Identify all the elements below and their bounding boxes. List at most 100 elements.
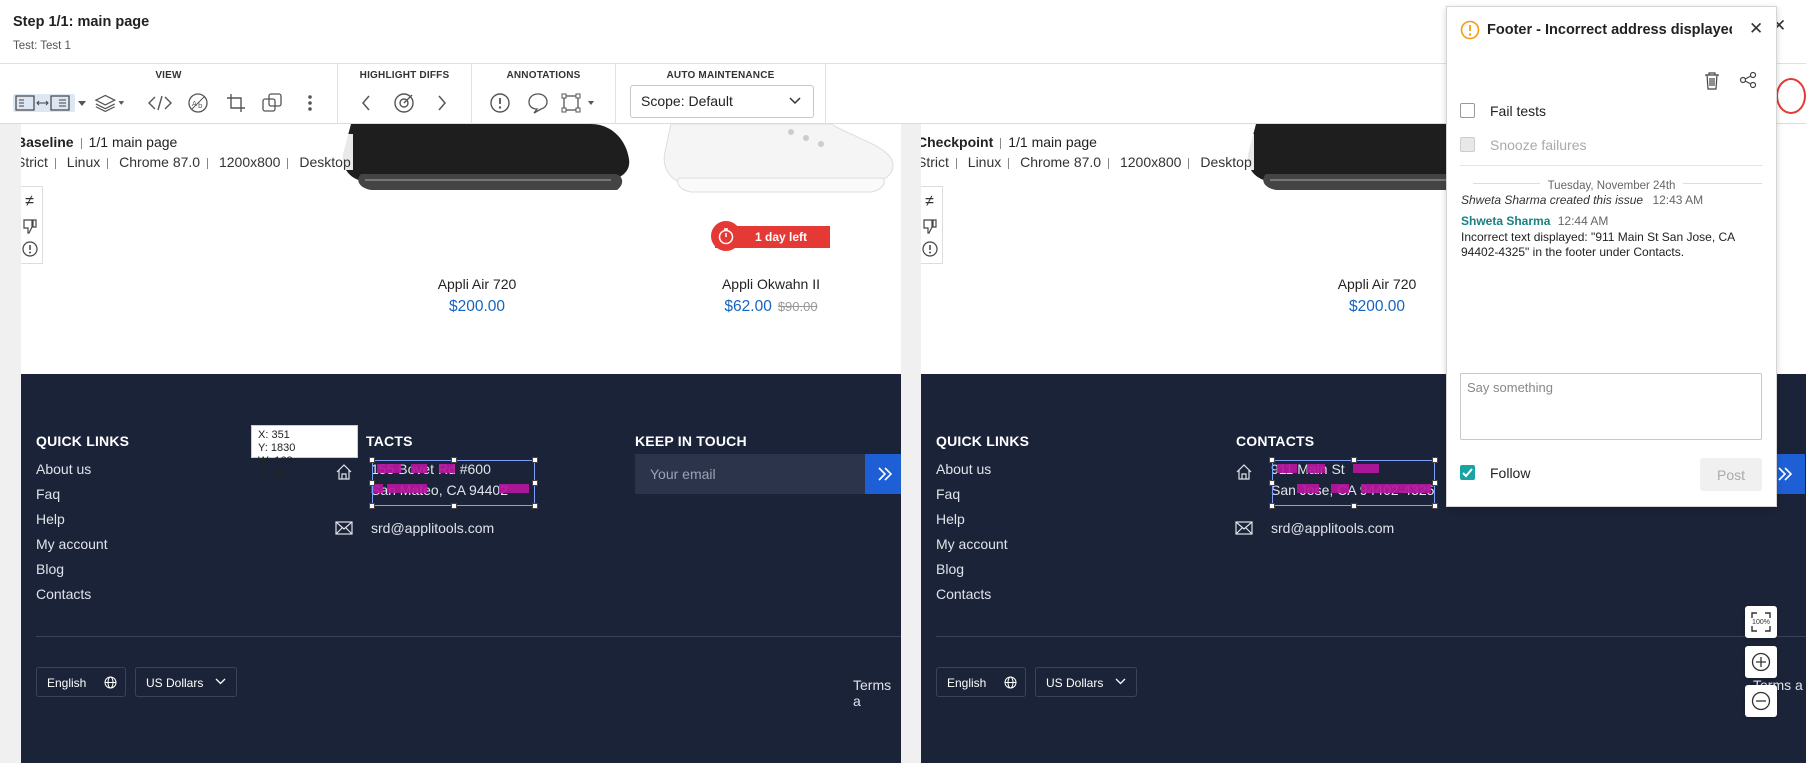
- language-select[interactable]: English: [36, 667, 126, 697]
- region-w: W: 163: [258, 455, 293, 467]
- footer-link[interactable]: My account: [36, 536, 108, 552]
- zoom-in-button[interactable]: [1745, 646, 1777, 678]
- baseline-footer: QUICK LINKS About us Faq Help My account…: [21, 374, 901, 763]
- footer-link[interactable]: Help: [936, 511, 965, 527]
- currency-select[interactable]: US Dollars: [135, 667, 237, 697]
- test-name: Test: Test 1: [13, 40, 71, 52]
- baseline-side-tools: ≠: [21, 186, 43, 264]
- currency-value: US Dollars: [1046, 676, 1104, 690]
- region-tool-icon[interactable]: [560, 88, 600, 118]
- baseline-browser: Chrome 87.0: [119, 154, 201, 170]
- checkpoint-info: Checkpoint 1/1 main page Strict Linux Chr…: [921, 134, 1254, 170]
- snooze-failures-label: Snooze failures: [1490, 137, 1587, 153]
- snooze-failures-checkbox: [1460, 137, 1475, 152]
- activity-text: Shweta Sharma created this issue: [1461, 193, 1644, 207]
- more-options-icon[interactable]: [294, 88, 326, 118]
- side-by-side-view-icon[interactable]: [12, 88, 78, 118]
- issue-title[interactable]: Footer - Incorrect address displayed: [1487, 22, 1732, 38]
- black-shoe-image: [342, 124, 630, 190]
- activity-entry: Shweta Sharma created this issue 12:43 A…: [1461, 193, 1703, 207]
- comment-author: Shweta Sharma: [1461, 214, 1551, 228]
- zoom-fit-button[interactable]: 100%: [1745, 606, 1777, 638]
- footer-divider: [36, 636, 901, 637]
- view-dropdown-caret-icon[interactable]: [74, 88, 90, 118]
- baseline-label: Baseline: [21, 134, 74, 150]
- text-compare-icon[interactable]: Ab: [182, 88, 214, 118]
- follow-checkbox[interactable]: [1460, 465, 1475, 480]
- zoom-in-icon: [1751, 652, 1771, 672]
- footer-link[interactable]: Faq: [936, 486, 960, 502]
- remark-icon[interactable]: [522, 88, 554, 118]
- product-name[interactable]: Appli Air 720: [397, 276, 557, 292]
- region-y: Y: 1830: [258, 442, 296, 454]
- product-name[interactable]: Appli Air 720: [1297, 276, 1457, 292]
- globe-icon: [1004, 676, 1017, 689]
- double-chevron-right-icon: [1778, 467, 1793, 481]
- terms-link[interactable]: Terms a: [853, 677, 901, 709]
- footer-link[interactable]: Help: [36, 511, 65, 527]
- highlight-diffs-group: HIGHLIGHT DIFFS: [338, 64, 472, 124]
- share-icon[interactable]: [1739, 71, 1757, 89]
- svg-text:b: b: [198, 102, 203, 110]
- close-icon[interactable]: ✕: [1749, 19, 1763, 39]
- highlight-diffs-label: HIGHLIGHT DIFFS: [359, 70, 450, 81]
- quick-links-title: QUICK LINKS: [936, 433, 1030, 449]
- comment-input[interactable]: Say something: [1460, 373, 1762, 440]
- footer-link[interactable]: About us: [936, 461, 991, 477]
- annotation-region[interactable]: [369, 457, 538, 509]
- panel-divider: [1460, 165, 1763, 166]
- fail-tests-label: Fail tests: [1490, 103, 1547, 119]
- region-coordinates-tooltip: X: 351Y: 1830 W: 163H: 46: [251, 425, 358, 480]
- newsletter-email-input[interactable]: Your email: [635, 454, 865, 494]
- issue-icon[interactable]: [21, 241, 38, 257]
- overlay-icon[interactable]: [256, 88, 288, 118]
- quick-links-title: QUICK LINKS: [36, 433, 130, 449]
- product-name[interactable]: Appli Okwahn II: [691, 276, 851, 292]
- newsletter-submit-button[interactable]: [865, 454, 901, 494]
- baseline-pane[interactable]: Baseline 1/1 main page Strict Linux Chrom…: [21, 124, 901, 763]
- code-icon[interactable]: [144, 88, 176, 118]
- activity-date: Tuesday, November 24th: [1539, 180, 1684, 192]
- layers-icon[interactable]: [94, 88, 126, 118]
- not-equal-icon[interactable]: ≠: [925, 193, 934, 211]
- sale-badge: 1 day left: [711, 221, 830, 251]
- chevron-down-icon: [789, 97, 801, 105]
- footer-link[interactable]: Contacts: [36, 586, 91, 602]
- language-select[interactable]: English: [936, 667, 1026, 697]
- product-old-price: $90.00: [777, 299, 818, 314]
- zoom-out-button[interactable]: [1745, 685, 1777, 717]
- warning-icon: [1460, 20, 1480, 40]
- mail-icon: [1235, 521, 1253, 535]
- checkpoint-page: 1/1 main page: [1008, 134, 1097, 150]
- post-button[interactable]: Post: [1700, 458, 1762, 491]
- currency-select[interactable]: US Dollars: [1035, 667, 1137, 697]
- crop-icon[interactable]: [220, 88, 252, 118]
- next-diff-icon[interactable]: [426, 88, 458, 118]
- auto-maintenance-group: AUTO MAINTENANCE Scope: Default: [616, 64, 826, 124]
- footer-link[interactable]: My account: [936, 536, 1008, 552]
- highlight-diffs-icon[interactable]: [388, 88, 420, 118]
- comment-body: Incorrect text displayed: "911 Main St S…: [1461, 230, 1735, 259]
- zoom-level: 100%: [1752, 618, 1770, 626]
- thumbs-down-icon[interactable]: [22, 218, 38, 234]
- checkpoint-device: Desktop: [1200, 154, 1252, 170]
- fail-tests-checkbox[interactable]: [1460, 103, 1475, 118]
- issue-icon[interactable]: [921, 241, 938, 257]
- step-title: Step 1/1: main page: [13, 14, 150, 30]
- footer-link[interactable]: Contacts: [936, 586, 991, 602]
- not-equal-icon[interactable]: ≠: [25, 193, 34, 211]
- annotation-region[interactable]: [1269, 457, 1438, 509]
- contact-email[interactable]: srd@applitools.com: [371, 520, 494, 536]
- annotations-group: ANNOTATIONS: [472, 64, 616, 124]
- footer-link[interactable]: About us: [36, 461, 91, 477]
- scope-select[interactable]: Scope: Default: [630, 85, 814, 118]
- trash-icon[interactable]: [1703, 71, 1721, 91]
- footer-link[interactable]: Faq: [36, 486, 60, 502]
- annotations-label: ANNOTATIONS: [506, 70, 581, 81]
- footer-link[interactable]: Blog: [936, 561, 964, 577]
- previous-diff-icon[interactable]: [350, 88, 382, 118]
- issue-icon[interactable]: [484, 88, 516, 118]
- thumbs-down-icon[interactable]: [922, 218, 938, 234]
- contact-email[interactable]: srd@applitools.com: [1271, 520, 1394, 536]
- footer-link[interactable]: Blog: [36, 561, 64, 577]
